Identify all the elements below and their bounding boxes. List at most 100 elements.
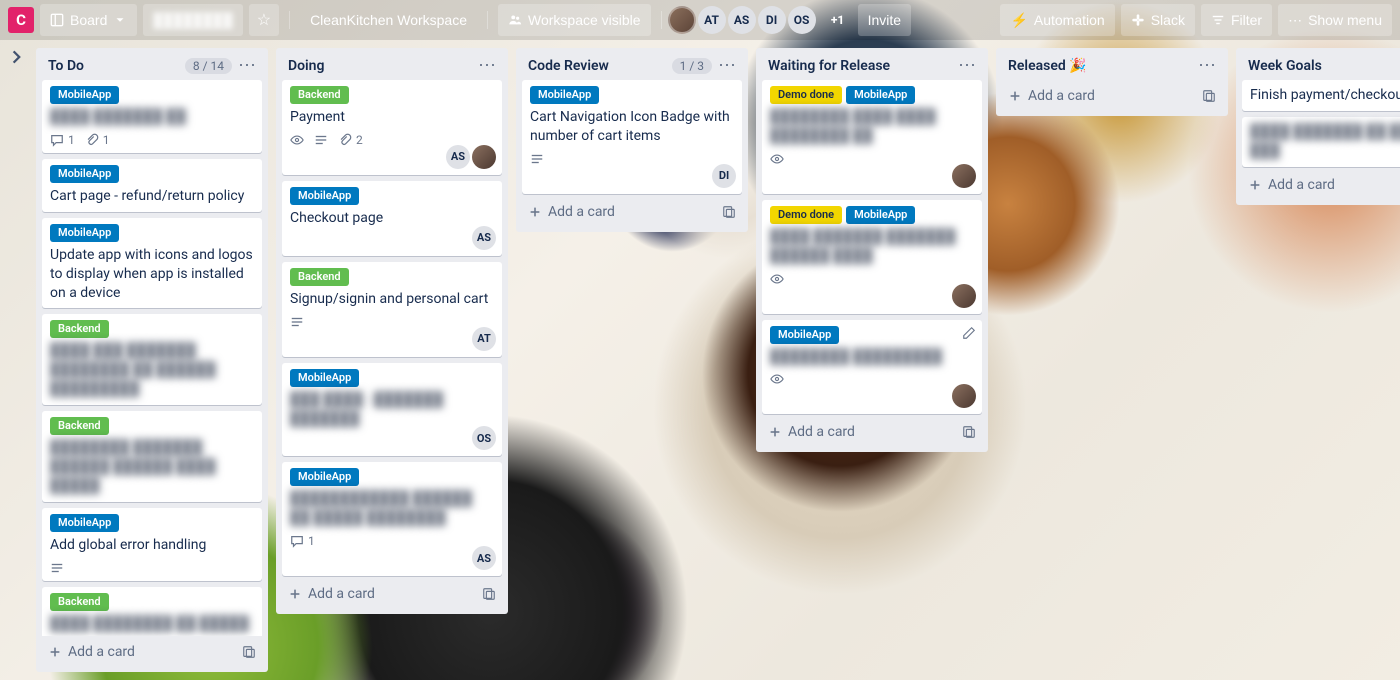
sidebar-expand-button[interactable] — [8, 48, 26, 66]
star-button[interactable]: ☆ — [249, 4, 279, 36]
label-backend[interactable]: Backend — [50, 593, 109, 611]
label-mobileapp[interactable]: MobileApp — [290, 187, 359, 205]
list-title[interactable]: Waiting for Release — [768, 58, 952, 74]
list-title[interactable]: To Do — [48, 58, 179, 74]
list-menu-button[interactable]: ⋯ — [958, 61, 976, 71]
description-icon — [290, 315, 304, 329]
add-card-button[interactable]: Add a card — [762, 418, 982, 446]
avatar[interactable]: AT — [698, 6, 726, 34]
filter-icon — [1211, 13, 1225, 27]
avatar[interactable]: DI — [758, 6, 786, 34]
app-logo[interactable]: C — [8, 7, 34, 33]
label-demodone[interactable]: Demo done — [770, 206, 842, 224]
list-title[interactable]: Week Goals — [1248, 58, 1400, 74]
description-badge — [50, 561, 64, 575]
member-avatar[interactable]: DI — [712, 164, 736, 188]
visibility-button[interactable]: Workspace visible — [498, 4, 651, 36]
show-menu-button[interactable]: ⋯ Show menu — [1278, 4, 1392, 36]
card[interactable]: MobileApp Checkout page AS — [282, 181, 502, 256]
list-title[interactable]: Code Review — [528, 58, 666, 74]
list-menu-button[interactable]: ⋯ — [478, 61, 496, 71]
add-card-button[interactable]: Add a card — [522, 198, 742, 226]
label-mobileapp[interactable]: MobileApp — [846, 206, 915, 224]
template-icon[interactable] — [962, 425, 976, 439]
card-title: Finish payment/checkout — [1250, 86, 1400, 105]
slack-button[interactable]: Slack — [1121, 4, 1195, 36]
board-name[interactable]: ████████ — [143, 4, 242, 36]
add-card-label: Add a card — [548, 204, 615, 220]
card[interactable]: ████ ███████ ██ ███ ███ — [1242, 117, 1400, 167]
card[interactable]: MobileApp Cart Navigation Icon Badge wit… — [522, 80, 742, 194]
label-mobileapp[interactable]: MobileApp — [50, 165, 119, 183]
member-avatar[interactable] — [472, 145, 496, 169]
add-card-button[interactable]: Add a card — [282, 580, 502, 608]
list-title[interactable]: Released 🎉 — [1008, 58, 1192, 74]
list-menu-button[interactable]: ⋯ — [238, 61, 256, 71]
card[interactable]: MobileApp ████████████ ██████ ██ █████ █… — [282, 462, 502, 576]
label-mobileapp[interactable]: MobileApp — [50, 224, 119, 242]
list-menu-button[interactable]: ⋯ — [1198, 61, 1216, 71]
card[interactable]: Backend ████ ███ ███████ ████████ ██ ███… — [42, 314, 262, 405]
member-avatar[interactable]: AS — [446, 145, 470, 169]
member-avatar[interactable] — [952, 384, 976, 408]
label-mobileapp[interactable]: MobileApp — [50, 86, 119, 104]
label-backend[interactable]: Backend — [290, 268, 349, 286]
label-mobileapp[interactable]: MobileApp — [846, 86, 915, 104]
label-backend[interactable]: Backend — [50, 320, 109, 338]
edit-icon[interactable] — [962, 326, 976, 340]
card[interactable]: MobileApp Add global error handling — [42, 508, 262, 581]
template-icon[interactable] — [482, 587, 496, 601]
card[interactable]: Backend ████████ ███████ ██████ ██████ █… — [42, 411, 262, 502]
label-backend[interactable]: Backend — [290, 86, 349, 104]
card[interactable]: Backend Payment 2 AS — [282, 80, 502, 175]
member-avatar[interactable]: OS — [472, 426, 496, 450]
card[interactable]: Demo done MobileApp ████ ███████ ███████… — [762, 200, 982, 314]
member-avatar[interactable] — [952, 164, 976, 188]
board-switcher[interactable]: Board — [40, 4, 137, 36]
card-title: Signup/signin and personal cart — [290, 290, 494, 309]
list-title[interactable]: Doing — [288, 58, 472, 74]
label-backend[interactable]: Backend — [50, 417, 109, 435]
card[interactable]: MobileApp ███ ████ - ███████ ███████ OS — [282, 363, 502, 457]
label-mobileapp[interactable]: MobileApp — [530, 86, 599, 104]
card[interactable]: MobileApp Cart page - refund/return poli… — [42, 159, 262, 212]
label-demodone[interactable]: Demo done — [770, 86, 842, 104]
card[interactable]: MobileApp ████████ █████████ — [762, 320, 982, 415]
add-card-label: Add a card — [788, 424, 855, 440]
label-mobileapp[interactable]: MobileApp — [290, 468, 359, 486]
card-title: ████████ ████ ████ ████████ ██ — [770, 108, 974, 146]
avatar[interactable] — [668, 6, 696, 34]
list-menu-button[interactable]: ⋯ — [718, 61, 736, 71]
label-mobileapp[interactable]: MobileApp — [290, 369, 359, 387]
attachments-badge: 2 — [338, 133, 363, 147]
card[interactable]: Backend ████ ████████ ██ █████ — [42, 587, 262, 636]
member-avatar[interactable] — [952, 284, 976, 308]
member-avatar[interactable]: AT — [472, 327, 496, 351]
comments-badge: 1 — [290, 534, 315, 548]
card-title: ████████ █████████ — [770, 348, 974, 367]
add-card-button[interactable]: Add a card — [42, 638, 262, 666]
card[interactable]: Demo done MobileApp ████████ ████ ████ █… — [762, 80, 982, 194]
card[interactable]: MobileApp Update app with icons and logo… — [42, 218, 262, 309]
label-mobileapp[interactable]: MobileApp — [50, 514, 119, 532]
avatar[interactable]: AS — [728, 6, 756, 34]
card[interactable]: Backend Signup/signin and personal cart … — [282, 262, 502, 357]
filter-button[interactable]: Filter — [1201, 4, 1272, 36]
template-icon[interactable] — [722, 205, 736, 219]
avatar-overflow[interactable]: +1 — [824, 6, 852, 34]
add-card-button[interactable]: Add a card — [1242, 171, 1400, 199]
label-mobileapp[interactable]: MobileApp — [770, 326, 839, 344]
automation-button[interactable]: ⚡ Automation — [1000, 4, 1114, 36]
template-icon[interactable] — [242, 645, 256, 659]
card[interactable]: MobileApp ████ ███████ ██ 1 1 — [42, 80, 262, 153]
workspace-name[interactable]: CleanKitchen Workspace — [300, 4, 477, 36]
card[interactable]: Finish payment/checkout — [1242, 80, 1400, 111]
template-icon[interactable] — [1202, 89, 1216, 103]
list-counter: 1 / 3 — [672, 58, 712, 74]
member-avatar[interactable]: AS — [472, 226, 496, 250]
invite-button[interactable]: Invite — [858, 4, 911, 36]
member-avatar[interactable]: AS — [472, 546, 496, 570]
add-card-button[interactable]: Add a card — [1002, 82, 1222, 110]
avatar[interactable]: OS — [788, 6, 816, 34]
board-canvas[interactable]: To Do 8 / 14 ⋯ MobileApp ████ ███████ ██… — [0, 40, 1400, 680]
